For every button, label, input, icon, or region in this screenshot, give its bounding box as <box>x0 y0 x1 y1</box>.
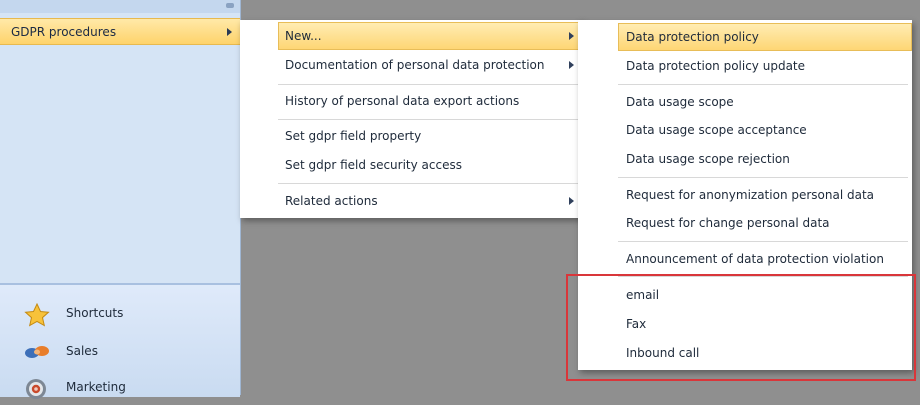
menu-item-data-protection-policy[interactable]: Data protection policy <box>618 23 912 51</box>
pane-top-strip <box>0 0 240 13</box>
star-icon <box>24 302 50 327</box>
menu-item-related-actions[interactable]: Related actions <box>240 187 583 215</box>
menu-item-label: Data protection policy <box>626 30 759 44</box>
submenu-arrow-icon <box>569 61 574 69</box>
menu-separator <box>278 119 579 120</box>
menu-item-fax[interactable]: Fax <box>578 310 912 338</box>
menu-item-set-field-property[interactable]: Set gdpr field property <box>240 122 583 150</box>
menu-separator <box>278 84 579 85</box>
menu-item-label: email <box>626 288 660 302</box>
target-icon <box>24 377 48 399</box>
nav-item-sales[interactable]: Sales <box>0 333 240 369</box>
menu-separator <box>618 84 908 85</box>
nav-item-label: Marketing <box>66 380 126 394</box>
menu-item-label: Related actions <box>285 194 378 208</box>
gdpr-procedures-menu: New... Documentation of personal data pr… <box>240 20 583 218</box>
submenu-arrow-icon <box>569 32 574 40</box>
menu-item-data-usage-scope-rejection[interactable]: Data usage scope rejection <box>578 145 912 173</box>
menu-item-label: Inbound call <box>626 346 700 360</box>
module-navigation: Shortcuts Sales Marketing <box>0 283 240 399</box>
chevron-right-icon <box>227 28 232 36</box>
menu-item-request-change[interactable]: Request for change personal data <box>578 209 912 237</box>
menu-separator <box>618 177 908 178</box>
navigation-pane: GDPR procedures Shortcuts Sales Marketin… <box>0 0 241 399</box>
sidebar-item-gdpr-procedures[interactable]: GDPR procedures <box>0 18 240 45</box>
menu-item-request-anonymization[interactable]: Request for anonymization personal data <box>578 181 912 209</box>
nav-item-label: Shortcuts <box>66 306 124 320</box>
nav-item-marketing[interactable]: Marketing <box>0 369 240 405</box>
menu-item-data-usage-scope-acceptance[interactable]: Data usage scope acceptance <box>578 116 912 144</box>
menu-item-label: History of personal data export actions <box>285 94 520 108</box>
menu-item-set-field-security[interactable]: Set gdpr field security access <box>240 151 583 179</box>
nav-item-shortcuts[interactable]: Shortcuts <box>0 295 240 331</box>
menu-item-inbound-call[interactable]: Inbound call <box>578 339 912 367</box>
resize-grip-icon[interactable] <box>226 3 234 8</box>
nav-item-label: Sales <box>66 344 98 358</box>
menu-item-new[interactable]: New... <box>278 22 583 50</box>
menu-item-label: Data usage scope acceptance <box>626 123 807 137</box>
menu-item-label: Announcement of data protection violatio… <box>626 252 884 266</box>
menu-item-email[interactable]: email <box>578 281 912 309</box>
menu-item-label: Request for anonymization personal data <box>626 188 875 202</box>
menu-separator <box>618 241 908 242</box>
menu-item-label: Documentation of personal data protectio… <box>285 58 545 72</box>
menu-item-documentation[interactable]: Documentation of personal data protectio… <box>240 51 583 79</box>
menu-separator <box>278 183 579 184</box>
menu-item-label: New... <box>285 29 322 43</box>
menu-item-label: Data usage scope <box>626 95 734 109</box>
submenu-arrow-icon <box>569 197 574 205</box>
menu-item-data-protection-policy-update[interactable]: Data protection policy update <box>578 52 912 80</box>
handshake-icon <box>24 341 49 363</box>
sidebar-item-label: GDPR procedures <box>11 25 117 39</box>
menu-separator <box>618 276 908 277</box>
menu-item-label: Set gdpr field property <box>285 129 422 143</box>
menu-item-label: Set gdpr field security access <box>285 158 462 172</box>
menu-item-history[interactable]: History of personal data export actions <box>240 87 583 115</box>
menu-item-announcement-violation[interactable]: Announcement of data protection violatio… <box>578 245 912 273</box>
new-submenu: Data protection policy Data protection p… <box>578 20 912 370</box>
menu-item-data-usage-scope[interactable]: Data usage scope <box>578 88 912 116</box>
menu-item-label: Data protection policy update <box>626 59 806 73</box>
menu-item-label: Data usage scope rejection <box>626 152 790 166</box>
menu-item-label: Request for change personal data <box>626 216 830 230</box>
menu-item-label: Fax <box>626 317 647 331</box>
